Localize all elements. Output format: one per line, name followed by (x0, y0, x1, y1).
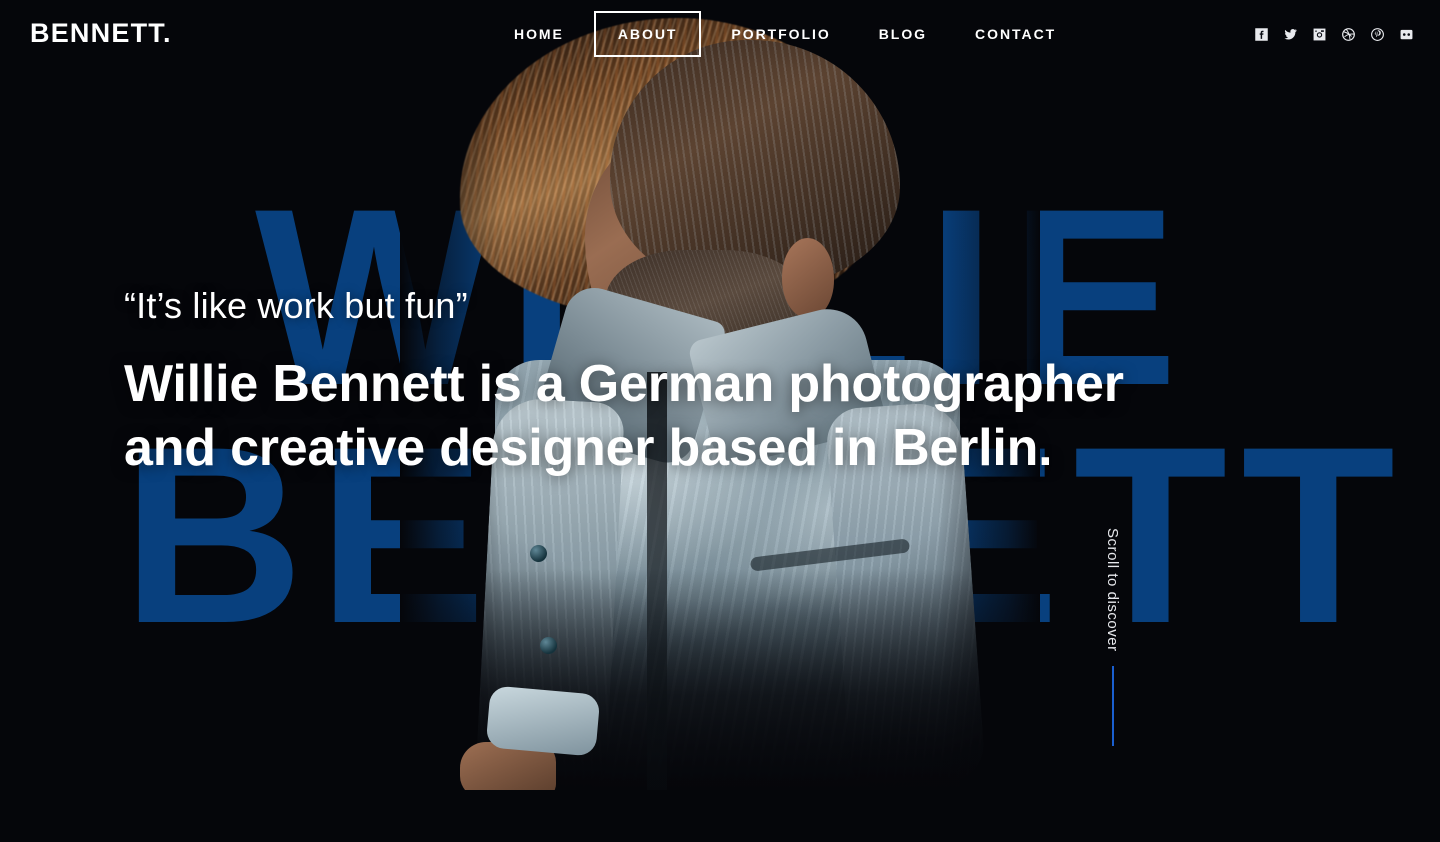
dribbble-icon[interactable] (1341, 27, 1356, 42)
site-header: BENNETT. HOME ABOUT PORTFOLIO BLOG CONTA… (0, 0, 1440, 68)
scroll-indicator-line (1111, 665, 1114, 746)
main-navigation: HOME ABOUT PORTFOLIO BLOG CONTACT (490, 0, 1080, 68)
photo-vignette (400, 0, 1040, 790)
nav-item-contact[interactable]: CONTACT (951, 0, 1080, 68)
photo-sleeve-cuff (485, 685, 601, 757)
facebook-icon[interactable] (1254, 27, 1269, 42)
photo-jacket-button (530, 545, 547, 562)
scroll-to-discover-label: Scroll to discover (1104, 528, 1121, 652)
hero-portrait-photo (400, 0, 1040, 790)
photo-jacket-placket (647, 372, 667, 790)
twitter-icon[interactable] (1283, 27, 1298, 42)
scroll-to-discover[interactable]: Scroll to discover (1104, 528, 1121, 746)
pinterest-icon[interactable] (1370, 27, 1385, 42)
flickr-icon[interactable] (1399, 27, 1414, 42)
nav-item-home[interactable]: HOME (490, 0, 588, 68)
instagram-icon[interactable] (1312, 27, 1327, 42)
page-root: WILLIE BENNETT BENNETT. HOME ABOUT PORTF… (0, 0, 1440, 842)
brand-logo[interactable]: BENNETT. (30, 18, 172, 49)
nav-item-portfolio[interactable]: PORTFOLIO (707, 0, 854, 68)
social-links (1254, 0, 1414, 68)
nav-item-about[interactable]: ABOUT (593, 11, 702, 57)
nav-item-blog[interactable]: BLOG (855, 0, 951, 68)
photo-jacket-button (540, 637, 557, 654)
